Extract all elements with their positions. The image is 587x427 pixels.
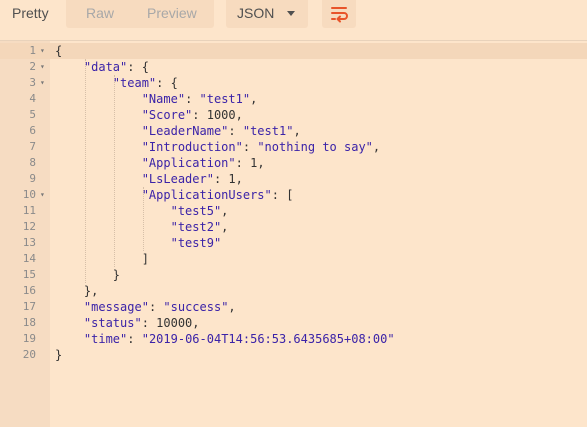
code-line: 4 "Name": "test1",: [0, 91, 587, 107]
code-line: 8 "Application": 1,: [0, 155, 587, 171]
line-number: 18: [22, 316, 36, 329]
line-number: 1: [29, 44, 36, 57]
code-text: "LeaderName": "test1",: [141, 124, 301, 138]
code-text: "time": "2019-06-04T14:56:53.6435685+08:…: [83, 332, 395, 346]
code-text: "test2",: [170, 220, 229, 234]
response-toolbar: Pretty Raw Preview JSON: [0, 0, 587, 40]
chevron-down-icon: [287, 11, 295, 16]
code-text: "message": "success",: [83, 300, 236, 314]
line-number: 8: [29, 156, 36, 169]
line-number: 15: [22, 268, 36, 281]
code-line: 5 "Score": 1000,: [0, 107, 587, 123]
line-number: 12: [22, 220, 36, 233]
line-number: 6: [29, 124, 36, 137]
tab-preview[interactable]: Preview: [147, 0, 197, 28]
code-line: 13 "test9": [0, 235, 587, 251]
code-text: "test5",: [170, 204, 229, 218]
line-number: 10: [22, 188, 36, 201]
line-number: 4: [29, 92, 36, 105]
code-text: },: [55, 284, 99, 298]
code-text: "data": {: [83, 60, 149, 74]
line-number: 2: [29, 60, 36, 73]
format-select-value: JSON: [237, 5, 275, 21]
code-line: 12 "test2",: [0, 219, 587, 235]
code-text: "LsLeader": 1,: [141, 172, 243, 186]
code-text: }: [55, 268, 121, 282]
line-number: 5: [29, 108, 36, 121]
tab-pretty[interactable]: Pretty: [12, 0, 49, 28]
fold-toggle-icon[interactable]: ▾: [40, 75, 45, 91]
line-number: 9: [29, 172, 36, 185]
code-line: 16 },: [0, 283, 587, 299]
fold-toggle-icon[interactable]: ▾: [40, 59, 45, 75]
code-text: "Introduction": "nothing to say",: [141, 140, 381, 154]
tab-raw[interactable]: Raw: [86, 0, 114, 28]
line-number: 20: [22, 348, 36, 361]
response-body-editor[interactable]: 1 ▾{2 ▾ "data": {3 ▾ "team": {4 "Name": "te…: [0, 40, 587, 427]
code-text: "test9": [170, 236, 222, 250]
line-number: 19: [22, 332, 36, 345]
line-number: 7: [29, 140, 36, 153]
code-line: 15 }: [0, 267, 587, 283]
code-text: "Name": "test1",: [141, 92, 258, 106]
code-line: 14 ]: [0, 251, 587, 267]
code-line: 6 "LeaderName": "test1",: [0, 123, 587, 139]
line-number: 16: [22, 284, 36, 297]
line-number: 14: [22, 252, 36, 265]
code-line: 18 "status": 10000,: [0, 315, 587, 331]
wrap-lines-icon: [331, 7, 348, 23]
code-text: "status": 10000,: [83, 316, 200, 330]
wrap-lines-button[interactable]: [322, 0, 356, 28]
line-number: 3: [29, 76, 36, 89]
code-text: "ApplicationUsers": [: [141, 188, 294, 202]
line-number: 17: [22, 300, 36, 313]
format-select[interactable]: JSON: [226, 0, 308, 28]
code-text: {: [55, 44, 63, 58]
line-number: 13: [22, 236, 36, 249]
code-text: "Score": 1000,: [141, 108, 243, 122]
code-line: 1 ▾ {: [0, 43, 587, 59]
code-line: 19 "time": "2019-06-04T14:56:53.6435685+…: [0, 331, 587, 347]
code-line: 3 ▾ "team": {: [0, 75, 587, 91]
code-line: 7 "Introduction": "nothing to say",: [0, 139, 587, 155]
code-line: 2 ▾ "data": {: [0, 59, 587, 75]
fold-toggle-icon[interactable]: ▾: [40, 43, 45, 59]
code-line: 11 "test5",: [0, 203, 587, 219]
code-line: 10 ▾ "ApplicationUsers": [: [0, 187, 587, 203]
fold-toggle-icon[interactable]: ▾: [40, 187, 45, 203]
code-text: ]: [55, 252, 149, 266]
code-text: "Application": 1,: [141, 156, 265, 170]
code-line: 9 "LsLeader": 1,: [0, 171, 587, 187]
line-number: 11: [22, 204, 36, 217]
code-line: 20}: [0, 347, 587, 363]
code-text: "team": {: [112, 76, 178, 90]
code-line: 17 "message": "success",: [0, 299, 587, 315]
code-text: }: [55, 348, 63, 362]
